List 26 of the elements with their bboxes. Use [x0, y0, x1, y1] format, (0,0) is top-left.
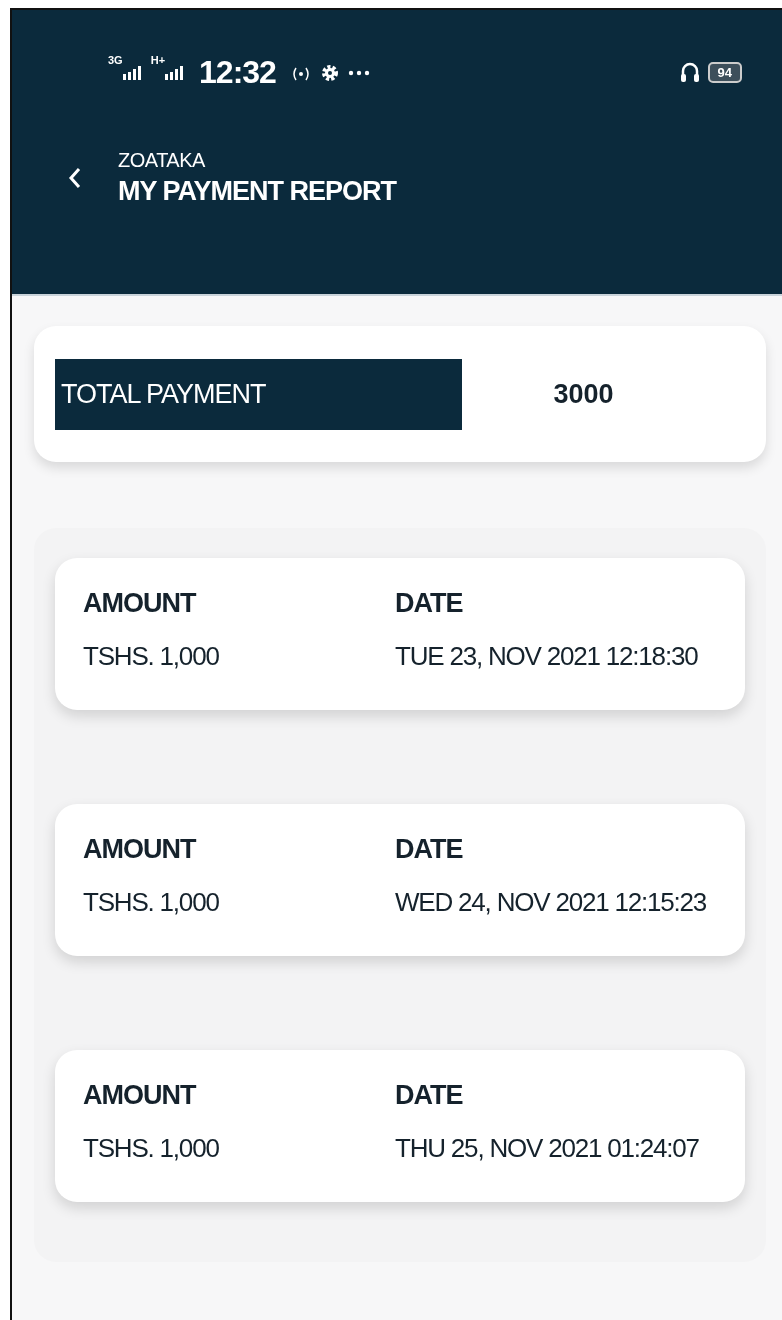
headphones-icon — [679, 60, 700, 85]
amount-label: AMOUNT — [83, 834, 197, 865]
date-value: THU 25, NOV 2021 01:24:07 — [395, 1133, 700, 1164]
network-label: H+ — [150, 54, 166, 66]
total-value: 3000 — [552, 378, 615, 410]
signal-icon — [165, 65, 186, 80]
date-label: DATE — [395, 834, 464, 865]
page-title: MY PAYMENT REPORT — [118, 176, 397, 207]
network-label: 3G — [108, 54, 123, 66]
settings-icon — [319, 62, 340, 83]
back-icon[interactable] — [68, 166, 82, 190]
date-value: WED 24, NOV 2021 12:15:23 — [395, 887, 708, 918]
amount-label: AMOUNT — [83, 588, 197, 619]
more-icon — [347, 69, 370, 76]
date-label: DATE — [395, 588, 464, 619]
signal-icon — [122, 65, 143, 80]
amount-value: TSHS. 1,000 — [83, 887, 220, 918]
clock-time: 12:32 — [199, 54, 276, 91]
amount-label: AMOUNT — [83, 1080, 197, 1111]
amount-value: TSHS. 1,000 — [83, 641, 220, 672]
date-label: DATE — [395, 1080, 464, 1111]
amount-value: TSHS. 1,000 — [83, 1133, 220, 1164]
total-label: TOTAL PAYMENT — [55, 358, 462, 430]
date-value: TUE 23, NOV 2021 12:18:30 — [395, 641, 699, 672]
app-name: ZOATAKA — [118, 149, 206, 172]
battery-level: 94 — [707, 62, 742, 83]
